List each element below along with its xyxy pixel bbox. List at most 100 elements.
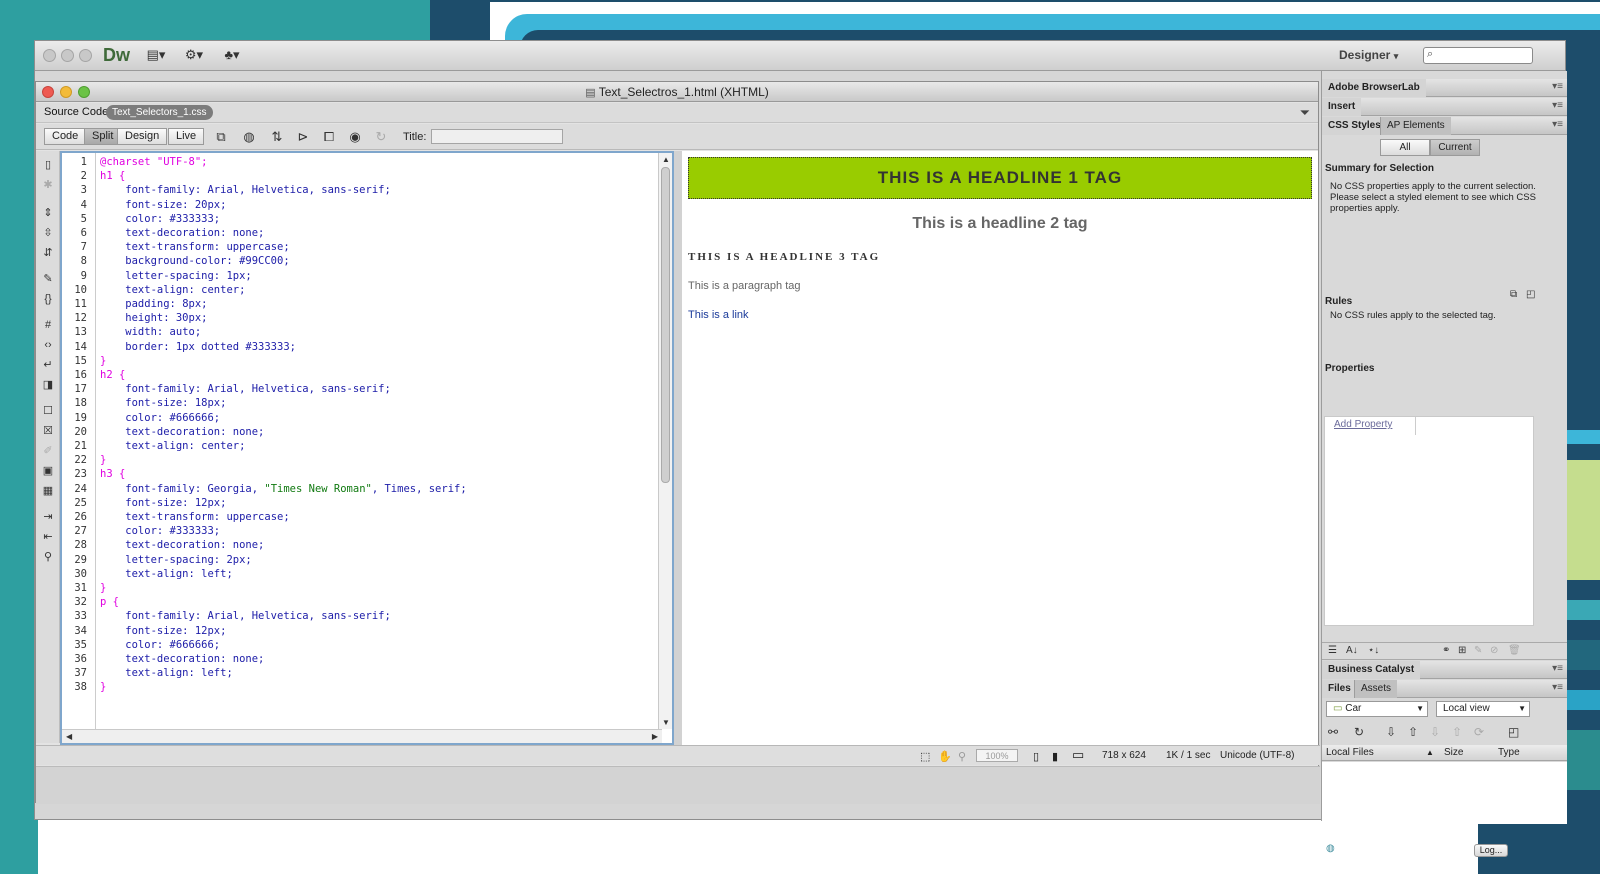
- code-line[interactable]: padding: 8px;: [100, 298, 207, 310]
- syntax-error-icon[interactable]: ◨: [40, 377, 56, 393]
- code-line[interactable]: background-color: #99CC00;: [100, 255, 289, 267]
- check-in-icon[interactable]: ⇧: [1452, 725, 1462, 739]
- insert-tab[interactable]: Insert: [1322, 98, 1362, 116]
- code-line[interactable]: text-decoration: none;: [100, 426, 264, 438]
- panel-menu-icon[interactable]: ▾≡: [1552, 100, 1563, 111]
- business-catalyst-header[interactable]: Business Catalyst ▾≡: [1322, 661, 1567, 679]
- doc-minimize-button[interactable]: [60, 86, 72, 98]
- minimize-window-button[interactable]: [61, 49, 74, 62]
- wrap-tag-icon[interactable]: ✐: [40, 443, 56, 459]
- insert-panel-header[interactable]: Insert ▾≡: [1322, 98, 1567, 116]
- format-source-icon[interactable]: ⚲: [40, 549, 56, 565]
- balance-braces-icon[interactable]: {}: [40, 291, 56, 307]
- view-select[interactable]: Local view ▼: [1436, 701, 1530, 717]
- code-line[interactable]: text-align: left;: [100, 568, 232, 580]
- w3c-validation-icon[interactable]: ⊳: [292, 129, 314, 145]
- files-tab[interactable]: Files: [1322, 680, 1357, 698]
- ap-elements-tab[interactable]: AP Elements: [1380, 117, 1451, 135]
- code-line[interactable]: font-family: Arial, Helvetica, sans-seri…: [100, 184, 391, 196]
- code-line[interactable]: font-size: 18px;: [100, 397, 226, 409]
- search-input[interactable]: ⌕: [1423, 47, 1533, 64]
- file-management-icon[interactable]: ⇅: [266, 129, 288, 145]
- workspace-switcher[interactable]: Designer ▾: [1339, 48, 1398, 62]
- multiscreen-icon[interactable]: ⧉: [210, 129, 232, 145]
- sync-icon[interactable]: ⟳: [1474, 725, 1484, 739]
- code-line[interactable]: font-family: Arial, Helvetica, sans-seri…: [100, 383, 391, 395]
- apply-comment-icon[interactable]: ☐: [40, 403, 56, 419]
- panel-menu-icon[interactable]: ▾≡: [1552, 119, 1563, 130]
- doc-close-button[interactable]: [42, 86, 54, 98]
- zoom-tool-icon[interactable]: ⚲: [958, 750, 966, 763]
- page-title-input[interactable]: [431, 129, 563, 144]
- indent-code-icon[interactable]: ⇥: [40, 509, 56, 525]
- filter-icon[interactable]: ⏷: [1300, 105, 1310, 121]
- scroll-up-arrow-icon[interactable]: ▲: [662, 155, 670, 164]
- delete-rule-icon[interactable]: 🗑: [1508, 645, 1521, 656]
- collapse-selection-icon[interactable]: ⇳: [40, 225, 56, 241]
- recent-snippets-icon[interactable]: ▣: [40, 463, 56, 479]
- code-line[interactable]: text-decoration: none;: [100, 539, 264, 551]
- hand-tool-icon[interactable]: ✋: [938, 750, 952, 763]
- code-line[interactable]: width: auto;: [100, 326, 201, 338]
- connect-icon[interactable]: ⚯: [1328, 725, 1338, 739]
- paragraph[interactable]: This is a paragraph tag: [688, 280, 801, 292]
- get-files-icon[interactable]: ⇩: [1386, 725, 1396, 739]
- code-line[interactable]: }: [100, 681, 106, 693]
- attach-stylesheet-icon[interactable]: ⚭: [1442, 645, 1450, 656]
- zoom-window-button[interactable]: [79, 49, 92, 62]
- css-styles-tab[interactable]: CSS Styles: [1322, 117, 1387, 135]
- source-code-link[interactable]: Source Code: [44, 106, 108, 118]
- code-line[interactable]: border: 1px dotted #333333;: [100, 341, 296, 353]
- code-line[interactable]: font-size: 20px;: [100, 199, 226, 211]
- window-size-select[interactable]: 718 x 624: [1102, 750, 1146, 761]
- split-view-button[interactable]: Split: [84, 128, 122, 145]
- business-catalyst-tab[interactable]: Business Catalyst: [1322, 661, 1421, 679]
- show-cascade-icon[interactable]: ⧉: [1510, 289, 1517, 300]
- code-line[interactable]: color: #666666;: [100, 412, 220, 424]
- extend-dreamweaver-icon[interactable]: ⚙▾: [181, 47, 207, 65]
- related-css-file[interactable]: Text_Selectors_1.css: [106, 105, 213, 120]
- tablet-size-icon[interactable]: ▮: [1052, 750, 1058, 763]
- code-line[interactable]: font-family: Georgia, "Times New Roman",…: [100, 483, 466, 495]
- code-line[interactable]: h1 {: [100, 170, 125, 182]
- scroll-left-arrow-icon[interactable]: ◀: [66, 732, 72, 741]
- put-files-icon[interactable]: ⇧: [1408, 725, 1418, 739]
- code-view-pane[interactable]: 1 2 3 4 5 6 7 8 9 10 11 12 13 14 15 16 17 18 19 20 21 22 23 24 2…: [60, 151, 674, 745]
- code-horizontal-scrollbar[interactable]: ◀ ▶: [62, 729, 662, 743]
- panel-menu-icon[interactable]: ▾≡: [1552, 81, 1563, 92]
- remove-comment-icon[interactable]: ☒: [40, 423, 56, 439]
- type-column[interactable]: Type: [1498, 747, 1520, 758]
- code-line[interactable]: @charset "UTF-8";: [100, 156, 207, 168]
- panel-menu-icon[interactable]: ▾≡: [1552, 663, 1563, 674]
- refresh-files-icon[interactable]: ↻: [1354, 725, 1364, 739]
- link[interactable]: This is a link: [688, 309, 749, 321]
- code-line[interactable]: font-family: Arial, Helvetica, sans-seri…: [100, 610, 391, 622]
- expand-panel-icon[interactable]: ◰: [1508, 725, 1519, 739]
- close-window-button[interactable]: [43, 49, 56, 62]
- line-numbers-icon[interactable]: #: [40, 317, 56, 333]
- code-line[interactable]: text-transform: uppercase;: [100, 241, 289, 253]
- code-scroll-thumb[interactable]: [661, 167, 670, 483]
- browserlab-tab[interactable]: Adobe BrowserLab: [1322, 79, 1426, 97]
- mobile-size-icon[interactable]: ▯: [1033, 750, 1039, 763]
- edit-rule-icon[interactable]: ✎: [1474, 645, 1482, 656]
- select-tool-icon[interactable]: ⬚: [920, 750, 930, 763]
- design-view-pane[interactable]: THIS IS A HEADLINE 1 TAG This is a headl…: [682, 151, 1318, 745]
- headline-1[interactable]: THIS IS A HEADLINE 1 TAG: [688, 157, 1312, 199]
- show-info-icon[interactable]: ◰: [1526, 289, 1535, 300]
- code-line[interactable]: }: [100, 582, 106, 594]
- code-line[interactable]: height: 30px;: [100, 312, 207, 324]
- all-mode-button[interactable]: All: [1380, 139, 1430, 156]
- category-view-icon[interactable]: ☰: [1328, 645, 1337, 656]
- collapse-full-tag-icon[interactable]: ⇕: [40, 205, 56, 221]
- show-code-navigator-icon[interactable]: ✱: [40, 177, 56, 193]
- panel-menu-icon[interactable]: ▾≡: [1552, 682, 1563, 693]
- zoom-select[interactable]: 100%: [976, 749, 1018, 762]
- check-out-icon[interactable]: ⇩: [1430, 725, 1440, 739]
- code-line[interactable]: color: #333333;: [100, 525, 220, 537]
- properties-grid[interactable]: [1324, 416, 1534, 626]
- check-browser-compat-icon[interactable]: ⧠: [318, 129, 340, 145]
- doc-zoom-button[interactable]: [78, 86, 90, 98]
- alpha-view-icon[interactable]: A↓: [1346, 645, 1358, 656]
- code-line[interactable]: text-align: center;: [100, 284, 245, 296]
